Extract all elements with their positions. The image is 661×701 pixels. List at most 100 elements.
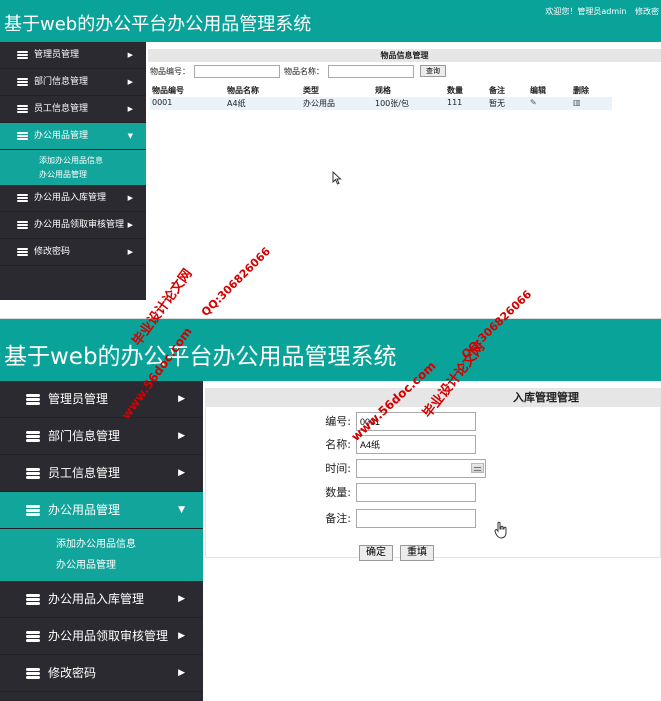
edit-icon[interactable]: ✎ <box>530 99 538 107</box>
name-label: 物品名称： <box>284 67 324 76</box>
stack-icon <box>26 594 40 605</box>
reset-button[interactable]: 重填 <box>400 545 434 561</box>
sidebar-item-label: 办公用品领取审核管理 <box>48 629 169 643</box>
cell-code: 0001 <box>152 98 173 107</box>
submenu-item-manage-supply[interactable]: 办公用品管理 <box>0 555 203 576</box>
code-label: 编号: <box>325 415 351 428</box>
stack-icon <box>17 51 28 59</box>
sidebar-item-label: 部门信息管理 <box>48 429 121 443</box>
name-label: 名称: <box>325 438 351 451</box>
submenu-item-add-supply[interactable]: 添加办公用品信息 <box>0 154 146 168</box>
sidebar-item-claim-review[interactable]: 办公用品领取审核管理 ▶ <box>0 618 203 655</box>
hand-pointer-icon <box>494 521 507 539</box>
form-row-remark: 备注: <box>206 506 660 528</box>
time-label: 时间: <box>325 462 351 475</box>
sidebar-item-label: 员工信息管理 <box>34 104 89 114</box>
sidebar-item-department[interactable]: 部门信息管理 ▶ <box>0 418 203 455</box>
column-header: 类型 <box>303 86 319 95</box>
sidebar-item-employee[interactable]: 员工信息管理 ▶ <box>0 455 203 492</box>
form-row-name: 名称: <box>206 432 660 454</box>
confirm-button[interactable]: 确定 <box>359 545 393 561</box>
trash-icon[interactable]: ▥ <box>573 99 581 107</box>
cell-type: 办公用品 <box>303 99 335 108</box>
sidebar-item-claim-review[interactable]: 办公用品领取审核管理 ▶ <box>0 212 146 239</box>
form-row-time: 时间: <box>206 456 660 478</box>
submenu-item-manage-supply[interactable]: 办公用品管理 <box>0 168 146 182</box>
calendar-icon[interactable] <box>471 463 484 473</box>
column-header: 编辑 <box>530 86 546 95</box>
search-button[interactable]: 查询 <box>420 65 446 77</box>
change-password-link[interactable]: 修改密 <box>635 7 659 16</box>
chevron-right-icon: ▶ <box>178 431 185 441</box>
time-field[interactable] <box>356 459 486 478</box>
sidebar-item-supplies[interactable]: 办公用品管理 ▼ <box>0 492 203 529</box>
code-search-input[interactable] <box>194 65 280 78</box>
stack-icon <box>26 394 40 405</box>
form-row-quantity: 数量: <box>206 480 660 502</box>
sidebar-item-password[interactable]: 修改密码 ▶ <box>0 239 146 266</box>
column-header: 删除 <box>573 86 589 95</box>
stack-icon <box>17 78 28 86</box>
sidebar-item-label: 员工信息管理 <box>48 466 121 480</box>
sidebar-item-stock-in[interactable]: 办公用品入库管理 ▶ <box>0 185 146 212</box>
sidebar-item-label: 修改密码 <box>34 247 71 257</box>
sidebar: 管理员管理 ▶ 部门信息管理 ▶ 员工信息管理 ▶ 办公用品管理 ▼ 添加办公用… <box>0 42 146 300</box>
submenu-item-add-supply[interactable]: 添加办公用品信息 <box>0 534 203 555</box>
stack-icon <box>26 431 40 442</box>
sidebar-item-admin[interactable]: 管理员管理 ▶ <box>0 381 203 418</box>
cell-quantity: 111 <box>447 98 463 107</box>
app-title: 基于web的办公平台办公用品管理系统 <box>4 344 397 370</box>
form-row-code: 编号: <box>206 409 660 431</box>
stock-in-screen: 基于web的办公平台办公用品管理系统 管理员管理 ▶ 部门信息管理 ▶ 员工信息… <box>0 318 661 701</box>
chevron-down-icon: ▼ <box>127 132 133 140</box>
sidebar-item-password[interactable]: 修改密码 ▶ <box>0 655 203 692</box>
stack-icon <box>17 221 28 229</box>
sidebar-item-label: 办公用品管理 <box>34 131 89 141</box>
chevron-right-icon: ▶ <box>178 594 185 604</box>
table-header: 物品编号 物品名称 类型 规格 数量 备注 编辑 删除 <box>150 84 612 97</box>
sidebar: 管理员管理 ▶ 部门信息管理 ▶ 员工信息管理 ▶ 办公用品管理 ▼ 添加办公用… <box>0 381 203 701</box>
column-header: 数量 <box>447 86 463 95</box>
submenu: 添加办公用品信息 办公用品管理 <box>0 150 146 185</box>
chevron-right-icon: ▶ <box>178 668 185 678</box>
sidebar-item-supplies[interactable]: 办公用品管理 ▼ <box>0 123 146 150</box>
cell-remark: 暂无 <box>489 99 505 108</box>
app-title: 基于web的办公平台办公用品管理系统 <box>4 14 312 35</box>
header-bar: 基于web的办公平台办公用品管理系统 <box>0 319 661 381</box>
stack-icon <box>17 105 28 113</box>
chevron-right-icon: ▶ <box>127 221 133 229</box>
sidebar-item-department[interactable]: 部门信息管理 ▶ <box>0 69 146 96</box>
sidebar-item-admin[interactable]: 管理员管理 ▶ <box>0 42 146 69</box>
stack-icon <box>26 505 40 516</box>
code-field[interactable] <box>356 412 476 431</box>
name-search-input[interactable] <box>328 65 414 78</box>
panel-title: 物品信息管理 <box>148 49 661 62</box>
column-header: 物品编号 <box>152 86 184 95</box>
sidebar-item-stock-in[interactable]: 办公用品入库管理 ▶ <box>0 581 203 618</box>
quantity-label: 数量: <box>325 486 351 499</box>
sidebar-item-label: 办公用品入库管理 <box>34 193 107 203</box>
sidebar-item-label: 管理员管理 <box>34 50 80 60</box>
sidebar-item-employee[interactable]: 员工信息管理 ▶ <box>0 96 146 123</box>
column-header: 备注 <box>489 86 505 95</box>
submenu: 添加办公用品信息 办公用品管理 <box>0 529 203 581</box>
chevron-right-icon: ▶ <box>178 631 185 641</box>
name-field[interactable] <box>356 435 476 454</box>
mouse-pointer-icon <box>332 171 342 185</box>
remark-field[interactable] <box>356 509 476 528</box>
main-content: 入库管理管理 编号: 名称: 时间: 数量: 备注: 确 <box>203 381 661 701</box>
quantity-field[interactable] <box>356 483 476 502</box>
stack-icon <box>26 668 40 679</box>
sidebar-item-label: 办公用品领取审核管理 <box>34 220 125 230</box>
header-user-info: 欢迎您！管理员admin 修改密 <box>539 6 659 17</box>
stack-icon <box>17 132 28 140</box>
chevron-down-icon: ▼ <box>178 505 185 515</box>
supplies-table: 物品编号 物品名称 类型 规格 数量 备注 编辑 删除 0001 A4纸 办公用… <box>150 84 612 110</box>
sidebar-item-label: 修改密码 <box>48 666 97 680</box>
chevron-right-icon: ▶ <box>178 468 185 478</box>
stock-in-form: 入库管理管理 编号: 名称: 时间: 数量: 备注: 确 <box>205 388 661 561</box>
cell-spec: 100张/包 <box>375 99 409 108</box>
sidebar-item-label: 办公用品管理 <box>48 503 121 517</box>
sidebar-item-label: 管理员管理 <box>48 392 109 406</box>
list-screen: 基于web的办公平台办公用品管理系统 欢迎您！管理员admin 修改密 管理员管… <box>0 0 661 305</box>
